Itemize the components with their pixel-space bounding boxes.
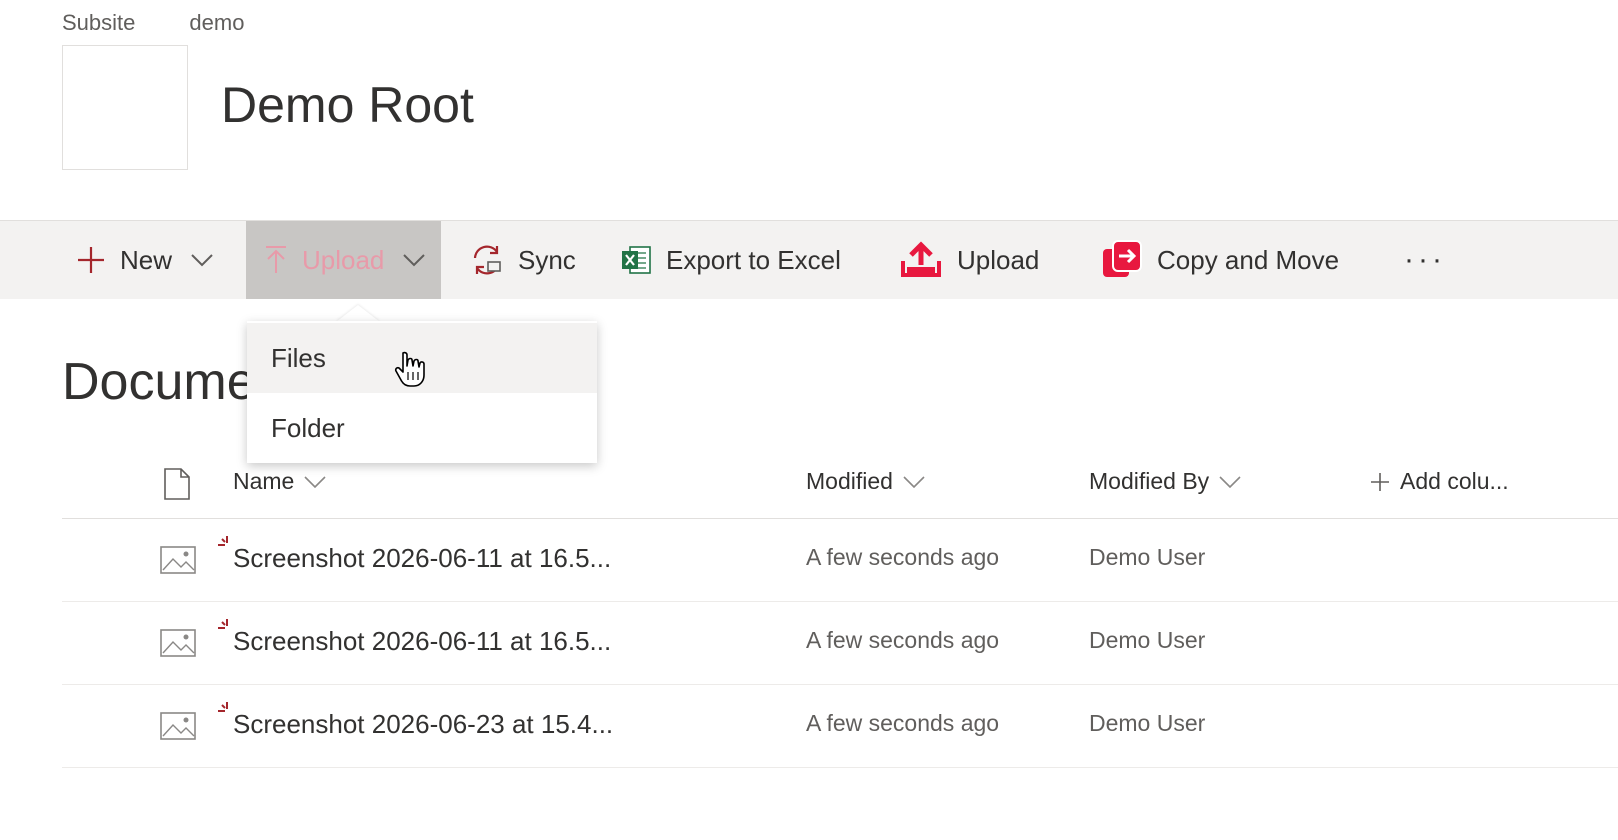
upload2-button-label: Upload — [957, 244, 1040, 275]
copy-move-button-label: Copy and Move — [1157, 244, 1340, 275]
modified-by-cell[interactable]: Demo User — [1089, 627, 1205, 654]
modified-by-cell[interactable]: Demo User — [1089, 544, 1205, 571]
new-button-label: New — [120, 244, 173, 275]
row-divider — [62, 601, 1618, 602]
column-header-modified[interactable]: Modified — [806, 468, 925, 495]
modified-cell: A few seconds ago — [806, 544, 1000, 570]
chevron-down-icon — [304, 475, 326, 488]
breadcrumb-item-demo[interactable]: demo — [189, 10, 244, 36]
site-title[interactable]: Demo Root — [221, 76, 474, 134]
add-column-button[interactable]: Add colu... — [1370, 468, 1509, 495]
upload-box-icon — [899, 241, 943, 279]
column-name-label: Name — [233, 468, 295, 494]
column-modified-by-label: Modified By — [1089, 468, 1210, 494]
breadcrumb: Subsite demo — [62, 10, 244, 36]
excel-icon — [620, 244, 652, 276]
modified-by-cell[interactable]: Demo User — [1089, 710, 1205, 737]
modified-cell: A few seconds ago — [806, 627, 1000, 653]
upload-button[interactable]: Upload — [899, 221, 1039, 299]
column-header-modified-by[interactable]: Modified By — [1089, 468, 1241, 495]
export-button-label: Export to Excel — [666, 244, 841, 275]
image-file-icon — [160, 712, 196, 745]
site-logo[interactable] — [62, 45, 188, 170]
copy-move-icon — [1101, 239, 1143, 281]
upload-button-label: Upload — [302, 244, 385, 275]
file-name-link[interactable]: Screenshot 2026-06-23 at 15.4... — [233, 709, 613, 740]
hand-cursor-icon — [393, 350, 427, 393]
plus-icon — [76, 245, 106, 275]
chevron-down-icon — [402, 253, 426, 267]
file-name-link[interactable]: Screenshot 2026-06-11 at 16.5... — [233, 543, 611, 574]
image-file-icon — [160, 546, 196, 579]
command-bar: New Upload Sync Export to Excel Upload C… — [0, 220, 1618, 299]
sync-button-label: Sync — [518, 244, 576, 275]
plus-icon — [1370, 472, 1390, 492]
copy-and-move-button[interactable]: Copy and Move — [1101, 221, 1339, 299]
chevron-down-icon — [1219, 475, 1241, 488]
add-column-label: Add colu... — [1400, 468, 1509, 494]
more-icon: ··· — [1404, 243, 1446, 276]
column-header-name[interactable]: Name — [233, 468, 326, 495]
row-divider — [62, 684, 1618, 685]
chevron-down-icon — [190, 253, 214, 267]
upload-dropdown-button[interactable]: Upload — [246, 221, 441, 299]
menu-item-folder[interactable]: Folder — [247, 393, 597, 463]
row-divider — [62, 767, 1618, 768]
image-file-icon — [160, 629, 196, 662]
more-options-button[interactable]: ··· — [1404, 221, 1446, 299]
header-divider — [62, 518, 1618, 519]
library-title: Documents — [62, 353, 247, 411]
file-type-icon[interactable] — [163, 468, 191, 505]
chevron-down-icon — [903, 475, 925, 488]
dropdown-caret — [336, 305, 380, 322]
upload-arrow-icon — [264, 245, 288, 275]
export-to-excel-button[interactable]: Export to Excel — [620, 221, 841, 299]
sync-icon — [470, 243, 504, 277]
file-name-link[interactable]: Screenshot 2026-06-11 at 16.5... — [233, 626, 611, 657]
column-modified-label: Modified — [806, 468, 893, 494]
sync-button[interactable]: Sync — [470, 221, 576, 299]
breadcrumb-item-subsite[interactable]: Subsite — [62, 10, 135, 36]
modified-cell: A few seconds ago — [806, 710, 1000, 736]
new-button[interactable]: New — [62, 221, 228, 299]
